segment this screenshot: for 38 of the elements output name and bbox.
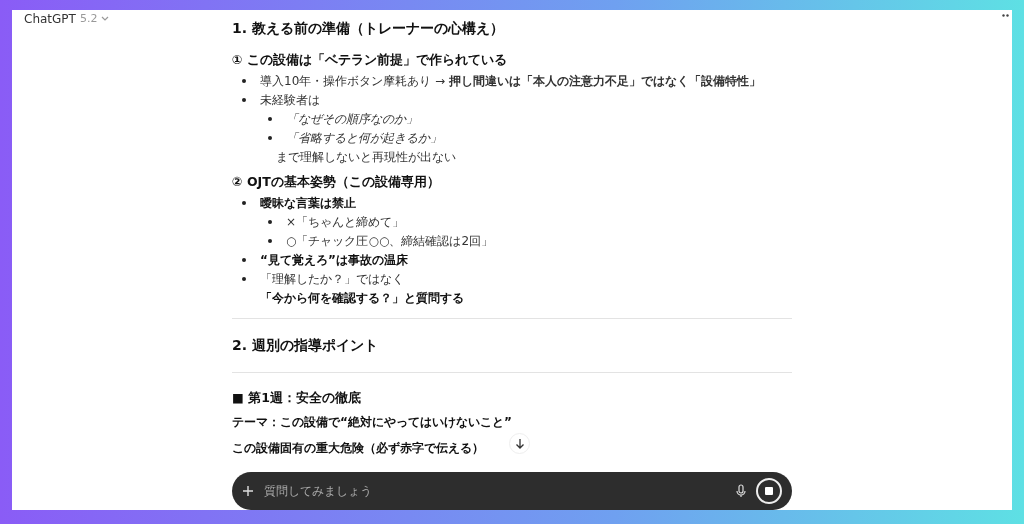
section-heading: 1. 教える前の準備（トレーナーの心構え） (232, 19, 505, 38)
bullet-icon (268, 136, 272, 141)
stop-button[interactable] (756, 478, 782, 504)
list-item-text: 「なぜその順序なのか」 (286, 111, 418, 129)
message-field[interactable]: 質問してみましょう (232, 472, 792, 510)
bullet-icon (268, 117, 272, 122)
bullet-icon (268, 220, 272, 224)
message-input[interactable]: 質問してみましょう (264, 482, 726, 500)
bullet-icon (268, 239, 272, 243)
paragraph: この設備固有の重大危険（必ず赤字で伝える） (232, 440, 484, 458)
more-icon[interactable] (1002, 14, 1009, 17)
list-item-text: “見て覚えろ”は事故の温床 (260, 252, 408, 269)
list-item-text: 「省略すると何が起きるか」 (286, 130, 442, 148)
chevron-down-icon[interactable] (101, 16, 110, 22)
bullet-icon (242, 98, 246, 103)
list-item-text: ×「ちゃんと締めて」 (286, 214, 405, 231)
list-item-text: 「理解したか？」ではなく (260, 271, 404, 288)
paragraph: テーマ：この設備で“絶対にやってはいけないこと” (232, 414, 512, 432)
microphone-icon[interactable] (736, 484, 746, 498)
list-item-text: 導入10年・操作ボタン摩耗あり → 押し間違いは「本人の注意力不足」ではなく「設備特性」 (260, 73, 761, 91)
list-item-text: 曖昧な言葉は禁止 (260, 195, 356, 212)
bullet-icon (242, 79, 246, 84)
app-title[interactable]: ChatGPT (24, 10, 76, 28)
scroll-down-button[interactable] (509, 433, 530, 454)
arrow-down-icon (514, 438, 525, 449)
plus-icon[interactable] (242, 485, 254, 497)
stop-icon (765, 487, 773, 495)
bullet-icon (242, 277, 246, 281)
subsection-heading: ② OJTの基本姿勢（この設備専用） (232, 172, 441, 191)
bullet-icon (242, 201, 246, 205)
list-item-text: ○「チャック圧○○、締結確認は2回」 (286, 233, 494, 250)
subsection-heading: ① この設備は「ベテラン前提」で作られている (232, 51, 508, 69)
list-item-text: 未経験者は (260, 92, 320, 110)
section-heading: 2. 週別の指導ポイント (232, 335, 379, 355)
list-item-text: 「今から何を確認する？」と質問する (260, 290, 464, 307)
bullet-icon (242, 258, 246, 262)
subsection-heading: ■ 第1週：安全の徹底 (232, 388, 362, 407)
list-item-text: まで理解しないと再現性が出ない (276, 149, 456, 167)
